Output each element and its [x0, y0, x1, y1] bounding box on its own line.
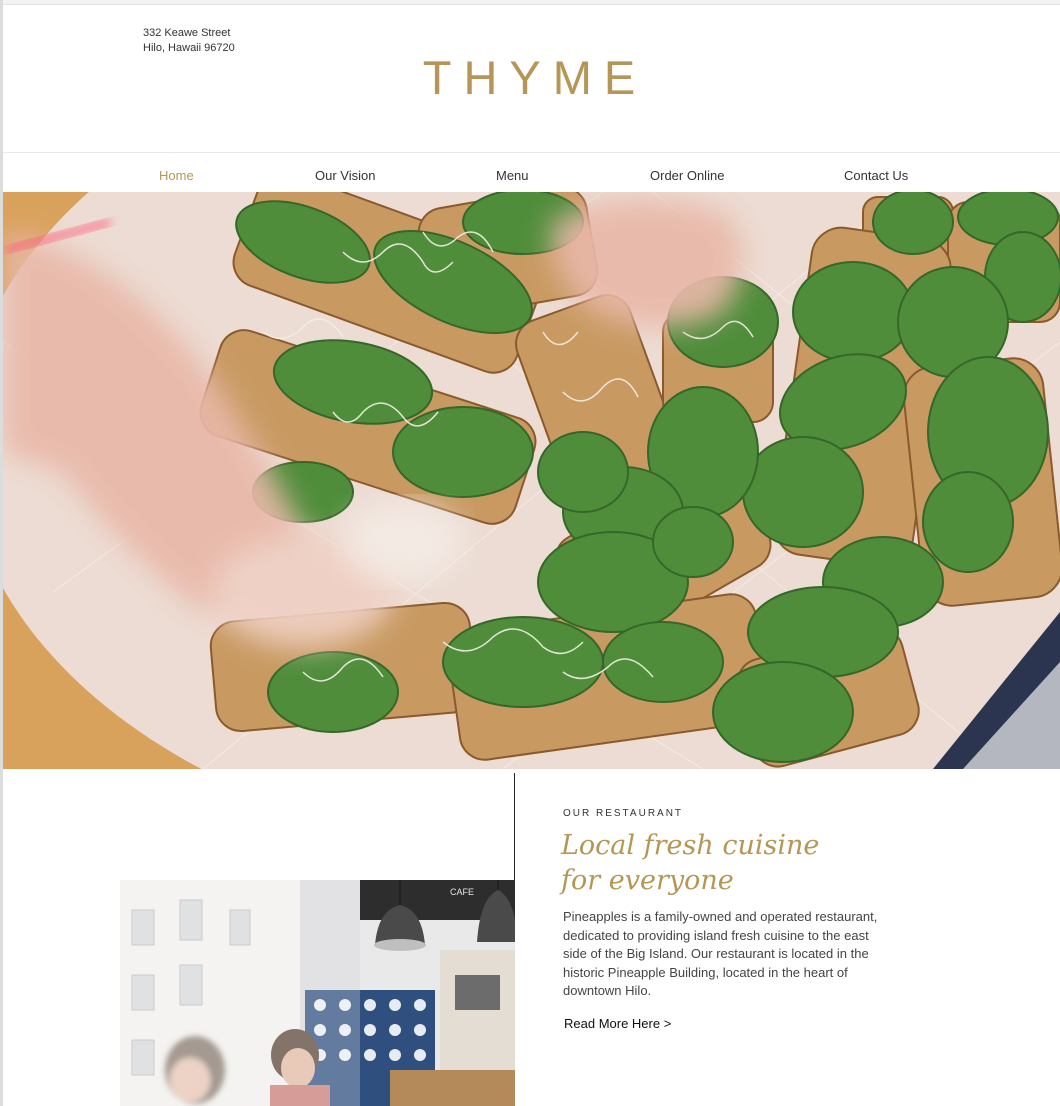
- nav-contact-us[interactable]: Contact Us: [844, 168, 908, 183]
- browser-top-strip: [0, 0, 1060, 5]
- restaurant-photo: CAFE: [120, 880, 515, 1106]
- nav-menu[interactable]: Menu: [496, 168, 529, 183]
- site-logo[interactable]: THYME: [0, 50, 1060, 105]
- hero-illustration: [3, 192, 1060, 769]
- chalkboard-text: CAFE: [450, 887, 474, 897]
- section-divider: [514, 773, 515, 880]
- section-kicker: OUR RESTAURANT: [563, 808, 684, 819]
- nav-our-vision[interactable]: Our Vision: [315, 168, 375, 183]
- section-body: Pineapples is a family-owned and operate…: [563, 909, 878, 998]
- read-more-link[interactable]: Read More Here >: [564, 1016, 671, 1031]
- restaurant-illustration: CAFE: [120, 880, 515, 1106]
- hero-image: [3, 192, 1060, 769]
- headline-line-1: Local fresh cuisine: [561, 830, 820, 861]
- nav-order-online[interactable]: Order Online: [650, 168, 724, 183]
- nav-home[interactable]: Home: [159, 168, 194, 183]
- section-headline: Local fresh cuisine for everyone: [561, 828, 921, 898]
- headline-line-2: for everyone: [561, 865, 734, 896]
- address-line-1: 332 Keawe Street: [143, 27, 231, 39]
- main-nav: Home Our Vision Menu Order Online Contac…: [3, 152, 1060, 192]
